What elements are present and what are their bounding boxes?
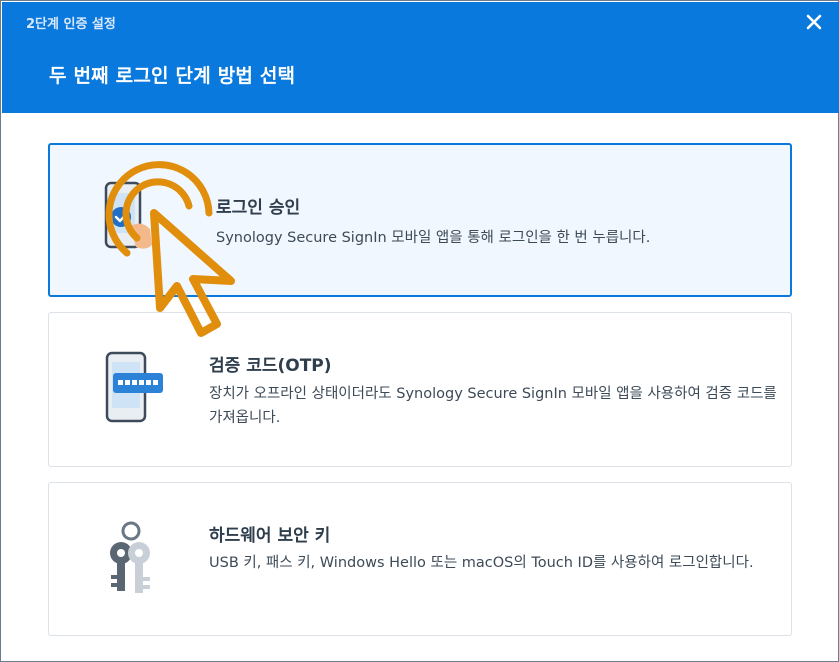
two-factor-dialog: 2단계 인증 설정 두 번째 로그인 단계 방법 선택 로그인 승인 Synol… bbox=[0, 0, 839, 662]
phone-approve-icon bbox=[104, 181, 152, 249]
option-title: 로그인 승인 bbox=[216, 198, 301, 218]
option-otp[interactable]: 검증 코드(OTP) 장치가 오프라인 상태이더라도 Synology Secu… bbox=[48, 312, 792, 467]
page-title: 두 번째 로그인 단계 방법 선택 bbox=[49, 65, 296, 87]
option-description: 장치가 오프라인 상태이더라도 Synology Secure SignIn 모… bbox=[209, 386, 777, 426]
close-icon[interactable] bbox=[803, 11, 825, 33]
close-button[interactable] bbox=[803, 11, 825, 33]
phone-otp-icon bbox=[105, 351, 163, 423]
option-title: 하드웨어 보안 키 bbox=[209, 526, 331, 546]
option-login-approval[interactable]: 로그인 승인 Synology Secure SignIn 모바일 앱을 통해 … bbox=[48, 143, 792, 297]
option-title: 검증 코드(OTP) bbox=[209, 356, 332, 376]
option-description: Synology Secure SignIn 모바일 앱을 통해 로그인을 한 … bbox=[216, 230, 651, 246]
option-description: USB 키, 패스 키, Windows Hello 또는 macOS의 Tou… bbox=[209, 555, 754, 571]
option-hardware-key[interactable]: 하드웨어 보안 키 USB 키, 패스 키, Windows Hello 또는 … bbox=[48, 482, 792, 636]
keys-icon bbox=[110, 521, 150, 593]
dialog-header: 2단계 인증 설정 두 번째 로그인 단계 방법 선택 bbox=[2, 2, 839, 113]
window-title: 2단계 인증 설정 bbox=[26, 17, 116, 32]
